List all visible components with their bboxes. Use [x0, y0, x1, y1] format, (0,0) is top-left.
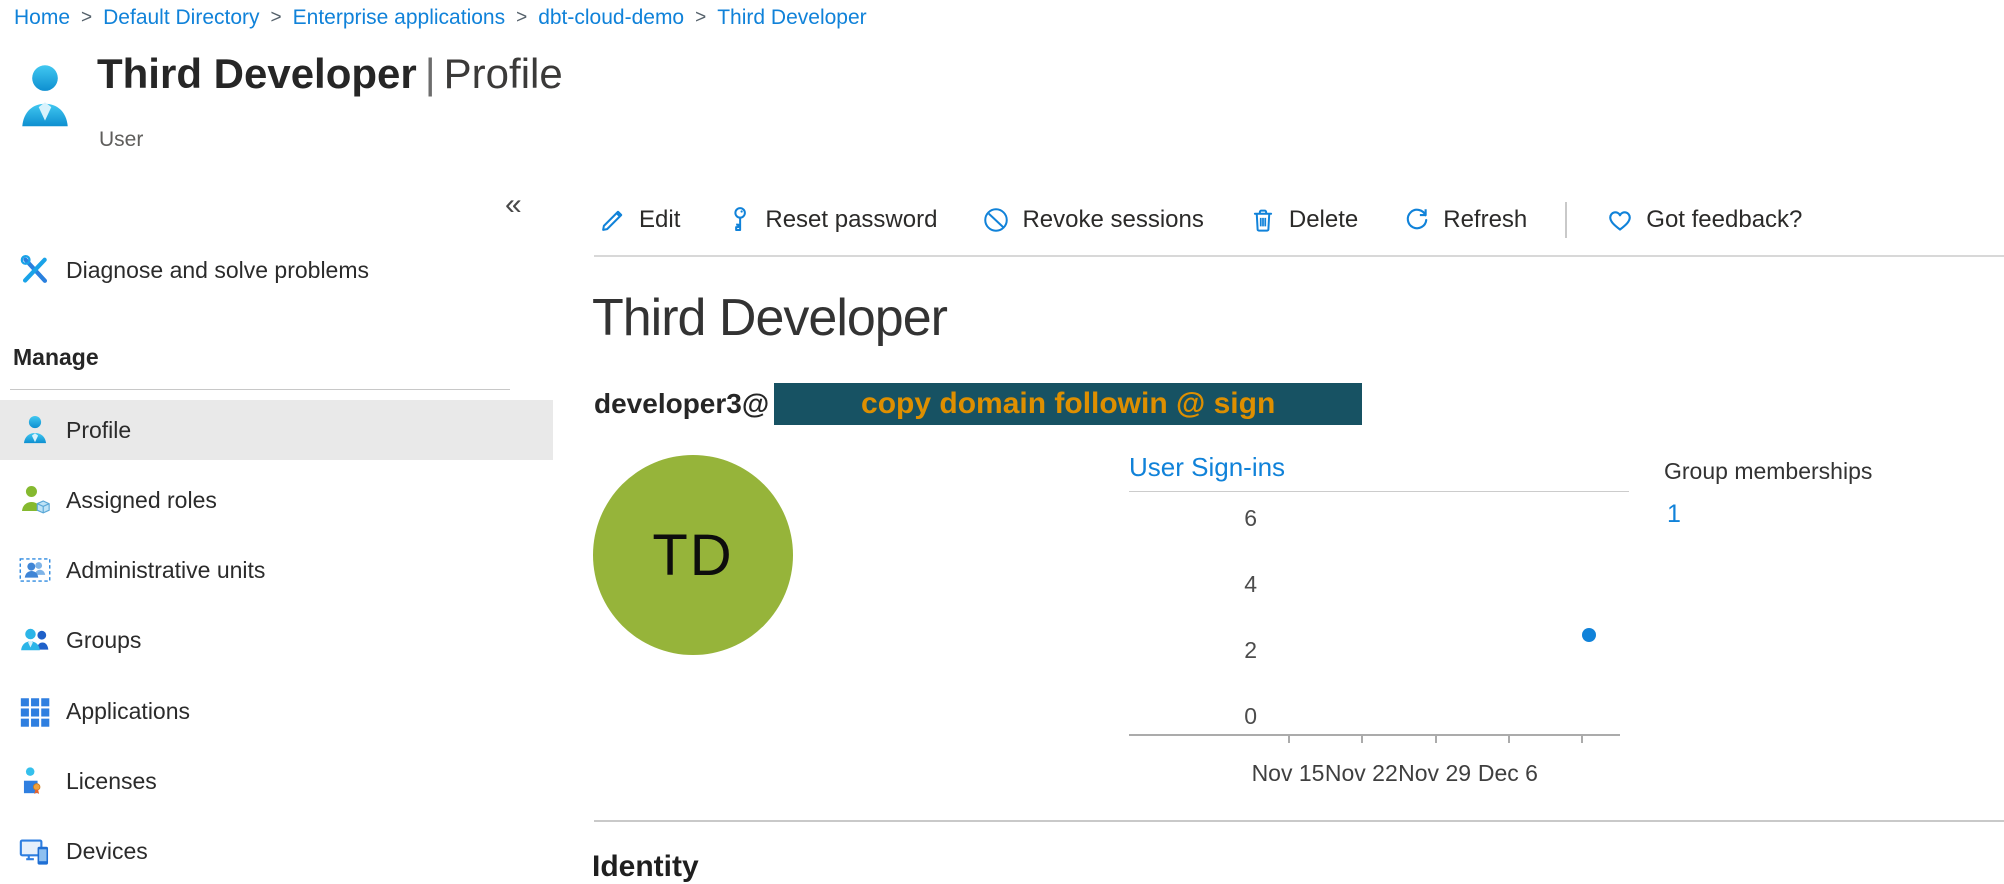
person-icon	[18, 413, 52, 447]
sidebar-item-applications[interactable]: Applications	[0, 681, 553, 741]
refresh-button[interactable]: Refresh	[1402, 205, 1527, 235]
x-tick-label: Dec 6	[1466, 760, 1550, 787]
sidebar-item-label: Diagnose and solve problems	[66, 257, 369, 284]
sidebar-collapse-button[interactable]: «	[505, 190, 522, 220]
page-title-separator: |	[417, 50, 444, 97]
user-avatar-icon	[16, 58, 74, 134]
sidebar-item-diagnose[interactable]: Diagnose and solve problems	[0, 244, 553, 296]
sidebar-item-label: Groups	[66, 627, 141, 654]
breadcrumb-home[interactable]: Home	[14, 6, 70, 30]
tools-icon	[18, 253, 52, 287]
section-divider	[594, 820, 2004, 822]
x-axis-tick	[1361, 734, 1363, 743]
reset-password-button-label: Reset password	[765, 206, 937, 234]
sidebar-divider	[10, 389, 510, 390]
breadcrumb-enterprise-applications[interactable]: Enterprise applications	[293, 6, 505, 30]
devices-icon	[18, 834, 52, 868]
page-title-name: Third Developer	[97, 50, 417, 97]
x-tick-label: Nov 15	[1246, 760, 1330, 787]
user-principal-name-row: developer3@ copy domain followin @ sign	[594, 383, 1362, 425]
breadcrumb-default-directory[interactable]: Default Directory	[103, 6, 259, 30]
identity-section-heading: Identity	[592, 850, 699, 884]
y-tick-label: 4	[1199, 571, 1257, 597]
x-axis-tick	[1508, 734, 1510, 743]
sidebar-item-label: Profile	[66, 417, 131, 444]
assigned-roles-icon	[18, 483, 52, 517]
signin-chart-plot: 6 4 2 0 Nov 15Nov 22Nov 29Dec 6	[1129, 492, 1629, 802]
breadcrumb-separator: >	[695, 7, 706, 29]
sidebar-item-label: Administrative units	[66, 557, 265, 584]
breadcrumb-separator: >	[271, 7, 282, 29]
x-axis-tick	[1435, 734, 1437, 743]
sidebar-item-label: Devices	[66, 838, 148, 865]
revoke-sessions-button[interactable]: Revoke sessions	[981, 205, 1203, 235]
refresh-icon	[1402, 205, 1432, 235]
upn-prefix: developer3@	[594, 388, 769, 420]
got-feedback-button-label: Got feedback?	[1646, 206, 1802, 234]
signin-chart: User Sign-ins 6 4 2 0 Nov 15Nov 22Nov 29Dec …	[1129, 452, 1629, 802]
y-tick-label: 0	[1199, 703, 1257, 729]
key-icon	[724, 205, 754, 235]
user-display-name: Third Developer	[592, 288, 947, 348]
y-tick-label: 2	[1199, 637, 1257, 663]
upn-domain-redaction: copy domain followin @ sign	[774, 383, 1362, 425]
sidebar-item-licenses[interactable]: Licenses	[0, 751, 553, 811]
sidebar-item-label: Assigned roles	[66, 487, 217, 514]
x-tick-label: Nov 22	[1319, 760, 1403, 787]
avatar: TD	[593, 455, 793, 655]
applications-grid-icon	[18, 694, 52, 728]
trash-icon	[1248, 205, 1278, 235]
heart-icon	[1605, 205, 1635, 235]
page-title: Third Developer|Profile	[97, 50, 563, 98]
licenses-icon	[18, 764, 52, 798]
edit-button[interactable]: Edit	[598, 205, 680, 235]
admin-units-icon	[18, 553, 52, 587]
signin-chart-header: User Sign-ins	[1129, 452, 1629, 492]
sidebar-item-devices[interactable]: Devices	[0, 821, 553, 881]
blocked-circle-icon	[981, 205, 1011, 235]
delete-button-label: Delete	[1289, 206, 1358, 234]
sidebar-item-assigned-roles[interactable]: Assigned roles	[0, 470, 553, 530]
page-subtitle: User	[99, 128, 143, 152]
groups-icon	[18, 623, 52, 657]
sidebar-item-administrative-units[interactable]: Administrative units	[0, 540, 553, 600]
x-axis-tick	[1288, 734, 1290, 743]
x-axis-tick	[1581, 734, 1583, 743]
user-sign-ins-link[interactable]: User Sign-ins	[1129, 452, 1285, 482]
page-title-section: Profile	[444, 50, 563, 97]
refresh-button-label: Refresh	[1443, 206, 1527, 234]
breadcrumb-third-developer[interactable]: Third Developer	[717, 6, 866, 30]
data-point	[1582, 628, 1596, 642]
reset-password-button[interactable]: Reset password	[724, 205, 937, 235]
y-tick-label: 6	[1199, 505, 1257, 531]
command-bar: Edit Reset password Revoke sessions De	[598, 194, 1802, 246]
command-bar-divider	[594, 255, 2004, 257]
sidebar-item-label: Licenses	[66, 768, 157, 795]
sidebar-item-groups[interactable]: Groups	[0, 610, 553, 670]
pencil-icon	[598, 205, 628, 235]
breadcrumb-dbt-cloud-demo[interactable]: dbt-cloud-demo	[538, 6, 684, 30]
x-axis-line	[1129, 734, 1620, 736]
edit-button-label: Edit	[639, 206, 680, 234]
delete-button[interactable]: Delete	[1248, 205, 1358, 235]
sidebar-item-profile[interactable]: Profile	[0, 400, 553, 460]
group-memberships-label: Group memberships	[1664, 458, 1872, 485]
sidebar-item-label: Applications	[66, 698, 190, 725]
x-tick-label: Nov 29	[1393, 760, 1477, 787]
breadcrumb-separator: >	[81, 7, 92, 29]
revoke-sessions-button-label: Revoke sessions	[1022, 206, 1203, 234]
breadcrumb: Home > Default Directory > Enterprise ap…	[14, 6, 867, 30]
group-memberships-count-link[interactable]: 1	[1667, 500, 1681, 529]
sidebar-section-manage: Manage	[13, 344, 99, 371]
breadcrumb-separator: >	[516, 7, 527, 29]
toolbar-divider	[1565, 202, 1567, 238]
user-profile-page: Home > Default Directory > Enterprise ap…	[0, 0, 2004, 884]
got-feedback-button[interactable]: Got feedback?	[1605, 205, 1802, 235]
